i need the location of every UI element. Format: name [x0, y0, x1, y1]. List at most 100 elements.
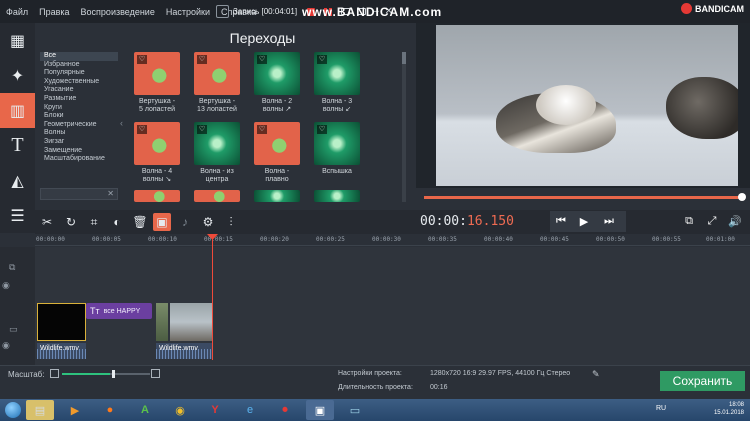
transition-item[interactable]: ♡ Волна - 4 волны ↘	[134, 122, 184, 184]
track-visibility-icon[interactable]: ◉	[2, 340, 10, 351]
audio-clip[interactable]: Wildlife.wmv	[156, 343, 212, 359]
audio-clip[interactable]: Wildlife.wmv	[37, 343, 86, 359]
playback-progress[interactable]	[424, 196, 742, 199]
system-clock[interactable]: 18:08 15.01.2018	[714, 401, 744, 417]
transition-item[interactable]: ♡ Волна - плавно	[254, 122, 304, 184]
taskbar-explorer[interactable]: ▤	[26, 400, 54, 420]
menu-playback[interactable]: Воспроизведение	[81, 7, 155, 17]
category-item[interactable]: Блоки	[40, 112, 118, 121]
favorite-heart-icon[interactable]: ♡	[257, 55, 267, 64]
transition-label: Волна - 4 волны ↘	[141, 168, 173, 183]
category-item[interactable]: Круги	[40, 104, 118, 113]
video-clip[interactable]	[156, 303, 168, 341]
video-clip[interactable]	[170, 303, 212, 341]
favorite-heart-icon[interactable]: ♡	[137, 125, 147, 134]
playhead[interactable]	[212, 234, 213, 360]
transition-item[interactable]: ♡ Вспышка	[314, 122, 364, 176]
favorite-heart-icon[interactable]: ♡	[317, 125, 327, 134]
menu-edit[interactable]: Правка	[39, 7, 69, 17]
category-item[interactable]: Волны	[40, 129, 118, 138]
clip-properties-button[interactable]: ▣	[153, 213, 171, 231]
transition-item[interactable]: ♡ Волна - 2 волны ↗	[254, 52, 304, 114]
favorite-heart-icon[interactable]: ♡	[137, 55, 147, 64]
category-item[interactable]: Угасание	[40, 86, 118, 95]
transition-item[interactable]: ♡ Вертушка -13 лопастей	[194, 52, 244, 114]
transition-item[interactable]: ♡ Волна - 3 волны ↙	[314, 52, 364, 114]
video-preview[interactable]	[436, 25, 738, 186]
zoom-out-button[interactable]	[50, 369, 59, 378]
skip-back-button[interactable]: ⏮	[550, 213, 572, 230]
titles-button[interactable]: T	[0, 128, 35, 163]
rotate-button[interactable]: ↻	[62, 213, 80, 231]
overlay-track-icon[interactable]: ⧉	[9, 262, 15, 273]
category-item[interactable]: Зигзаг	[40, 138, 118, 147]
transitions-scrollbar[interactable]	[402, 52, 406, 202]
taskbar-media-player[interactable]: ▶	[61, 400, 89, 420]
volume-button[interactable]: 🔊	[724, 213, 746, 230]
transition-item[interactable]	[314, 190, 364, 202]
taskbar-bandicam[interactable]: ⏺	[271, 400, 299, 420]
color-adjust-button[interactable]: ◐	[108, 213, 126, 231]
transition-item[interactable]: ♡ Вертушка -5 лопастей	[134, 52, 184, 114]
transition-item[interactable]: ♡ Волна - из центра	[194, 122, 244, 184]
taskbar-firefox[interactable]: ●	[96, 400, 124, 420]
category-item[interactable]: Избранное	[40, 61, 118, 70]
playback-timecode: 00:00:16.150	[420, 214, 514, 229]
video-track-icon[interactable]: ▭	[9, 324, 18, 335]
playback-progress-knob[interactable]	[738, 193, 746, 201]
equalizer-button[interactable]: ⫶	[222, 213, 240, 231]
category-item[interactable]: Размытие	[40, 95, 118, 104]
transition-item[interactable]	[134, 190, 184, 202]
category-item[interactable]: Масштабирование	[40, 155, 118, 164]
skip-forward-button[interactable]: ⏭	[598, 213, 620, 230]
film-icon: ▦	[9, 32, 26, 50]
input-language[interactable]: RU	[656, 405, 666, 412]
category-item[interactable]: Замещение	[40, 147, 118, 156]
start-button[interactable]	[0, 399, 26, 421]
import-film-button[interactable]: ▦	[0, 23, 35, 58]
favorite-heart-icon[interactable]: ♡	[197, 55, 207, 64]
category-item[interactable]: Популярные	[40, 69, 118, 78]
track-visibility-icon[interactable]: ◉	[2, 280, 10, 291]
crop-button[interactable]: ⌗	[85, 213, 103, 231]
category-item[interactable]: Все	[40, 52, 118, 61]
category-search-input[interactable]: ✕	[40, 188, 118, 200]
fullscreen-button[interactable]: ⤢	[701, 213, 723, 230]
save-button[interactable]: Сохранить	[660, 371, 745, 391]
record-audio-button[interactable]: ♪	[176, 213, 194, 231]
video-clip[interactable]	[37, 303, 86, 341]
delete-button[interactable]: 🗑	[131, 213, 149, 231]
collapse-panel-icon[interactable]: ‹	[120, 118, 123, 128]
favorite-heart-icon[interactable]: ♡	[257, 125, 267, 134]
taskbar-ie[interactable]: e	[236, 400, 264, 420]
taskbar-app-window[interactable]: ▭	[341, 400, 369, 420]
scrollbar-thumb[interactable]	[402, 52, 406, 64]
filters-button[interactable]: ✦	[0, 58, 35, 93]
more-tools-button[interactable]: ☰	[0, 198, 35, 233]
settings-button[interactable]: ⚙	[199, 213, 217, 231]
taskbar-app-a[interactable]: A	[131, 400, 159, 420]
clear-search-icon[interactable]: ✕	[107, 189, 114, 198]
menu-settings[interactable]: Настройки	[166, 7, 210, 17]
zoom-slider[interactable]	[62, 373, 150, 375]
cut-button[interactable]: ✂	[38, 213, 56, 231]
menu-file[interactable]: Файл	[6, 7, 28, 17]
stickers-button[interactable]: ◭	[0, 163, 35, 198]
zoom-in-button[interactable]	[151, 369, 160, 378]
transitions-button[interactable]: ▥	[0, 93, 35, 128]
edit-settings-pencil-icon[interactable]: ✎	[592, 369, 600, 380]
category-item[interactable]: Художественные	[40, 78, 118, 87]
zoom-slider-knob[interactable]	[112, 370, 115, 378]
taskbar-movavi[interactable]: ▣	[306, 400, 334, 420]
transition-item[interactable]	[194, 190, 244, 202]
taskbar-chrome[interactable]: ◉	[166, 400, 194, 420]
detach-preview-button[interactable]: ⧉	[678, 213, 700, 230]
favorite-heart-icon[interactable]: ♡	[317, 55, 327, 64]
category-item[interactable]: Геометрические	[40, 121, 118, 130]
title-clip[interactable]: Tт все HAPPY	[86, 303, 152, 319]
taskbar-yandex[interactable]: Y	[201, 400, 229, 420]
play-button[interactable]: ▶	[573, 213, 595, 230]
favorite-heart-icon[interactable]: ♡	[197, 125, 207, 134]
transition-item[interactable]	[254, 190, 304, 202]
transition-thumbnail: ♡	[254, 122, 300, 165]
